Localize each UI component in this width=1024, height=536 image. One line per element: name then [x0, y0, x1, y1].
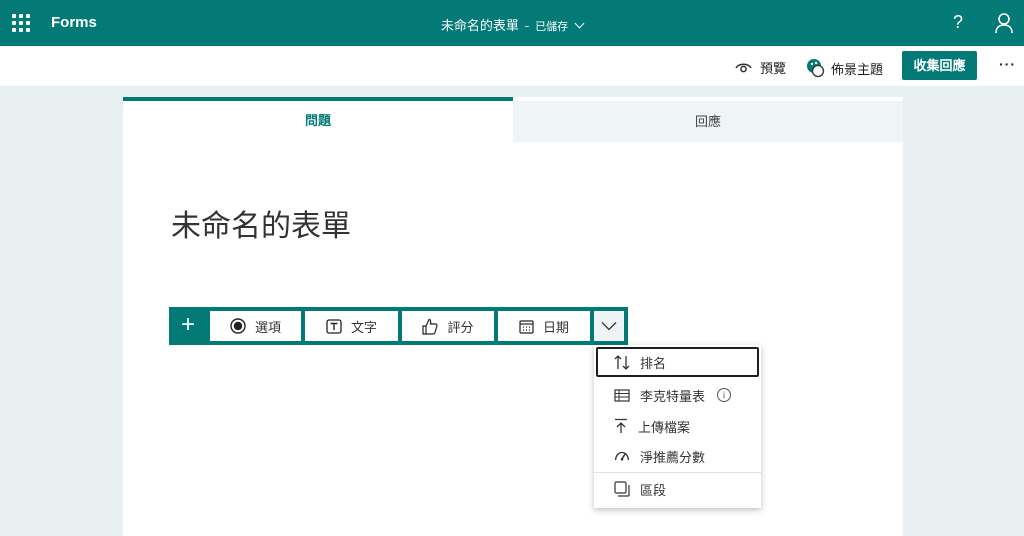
upload-icon	[615, 418, 627, 433]
thumb-icon	[422, 318, 439, 335]
menu-item-likert[interactable]: 李克特量表 i	[596, 380, 759, 410]
eye-icon	[735, 63, 752, 72]
menu-divider	[594, 472, 761, 473]
document-title[interactable]: 未命名的表單	[441, 18, 519, 33]
menu-item-label: 上傳檔案	[638, 419, 691, 435]
nps-icon	[614, 451, 630, 461]
more-options-icon[interactable]: ···	[999, 56, 1016, 72]
choice-label: 選項	[254, 319, 281, 335]
tab-responses[interactable]: 回應	[513, 101, 903, 142]
help-icon[interactable]: ?	[953, 12, 963, 33]
menu-item-ranking[interactable]: 排名	[596, 347, 759, 377]
choice-question-button[interactable]: 選項	[210, 311, 301, 341]
more-question-types-menu: 排名 李克特量表 i 上傳檔案 淨推薦分數 區段	[594, 345, 761, 508]
radio-icon	[230, 318, 246, 334]
preview-button[interactable]: 預覽	[735, 58, 786, 77]
text-question-button[interactable]: 文字	[305, 311, 398, 341]
ranking-icon	[614, 354, 630, 370]
title-separator: -	[524, 18, 530, 33]
add-question-button[interactable]: +	[169, 307, 207, 345]
theme-button[interactable]: 佈景主題	[805, 58, 883, 78]
top-bar: Forms 未命名的表單 - 已儲存 ?	[0, 0, 1024, 46]
theme-label: 佈景主題	[831, 61, 884, 77]
chevron-down-icon	[601, 322, 617, 331]
menu-item-upload-file[interactable]: 上傳檔案	[596, 411, 759, 441]
menu-item-label: 淨推薦分數	[640, 449, 706, 465]
date-question-button[interactable]: 日期	[498, 311, 590, 341]
info-icon[interactable]: i	[717, 388, 732, 402]
palette-icon	[807, 59, 825, 78]
preview-label: 預覽	[760, 61, 787, 76]
menu-item-label: 區段	[640, 482, 667, 498]
likert-icon	[614, 388, 630, 402]
form-title[interactable]: 未命名的表單	[171, 201, 351, 245]
rating-question-button[interactable]: 評分	[402, 311, 494, 341]
more-question-types-button[interactable]	[594, 311, 624, 341]
text-label: 文字	[350, 319, 377, 335]
calendar-icon	[519, 319, 534, 334]
date-label: 日期	[542, 319, 569, 335]
text-icon	[326, 318, 342, 334]
chevron-down-icon[interactable]	[574, 18, 585, 29]
menu-item-section[interactable]: 區段	[596, 474, 759, 504]
user-icon[interactable]	[994, 12, 1014, 34]
section-icon	[614, 481, 630, 497]
menu-item-label: 排名	[640, 355, 667, 371]
menu-item-net-promoter-score[interactable]: 淨推薦分數	[596, 441, 759, 471]
save-status: 已儲存	[535, 21, 569, 33]
tab-questions[interactable]: 問題	[123, 97, 513, 142]
rating-label: 評分	[447, 319, 474, 335]
menu-item-label: 李克特量表	[640, 388, 706, 404]
command-bar: 預覽 佈景主題 收集回應 ···	[0, 46, 1024, 86]
document-title-area[interactable]: 未命名的表單 - 已儲存	[0, 15, 1024, 34]
add-question-toolbar: + 選項 文字 評分 日期	[169, 307, 628, 345]
collect-responses-button[interactable]: 收集回應	[902, 51, 977, 80]
